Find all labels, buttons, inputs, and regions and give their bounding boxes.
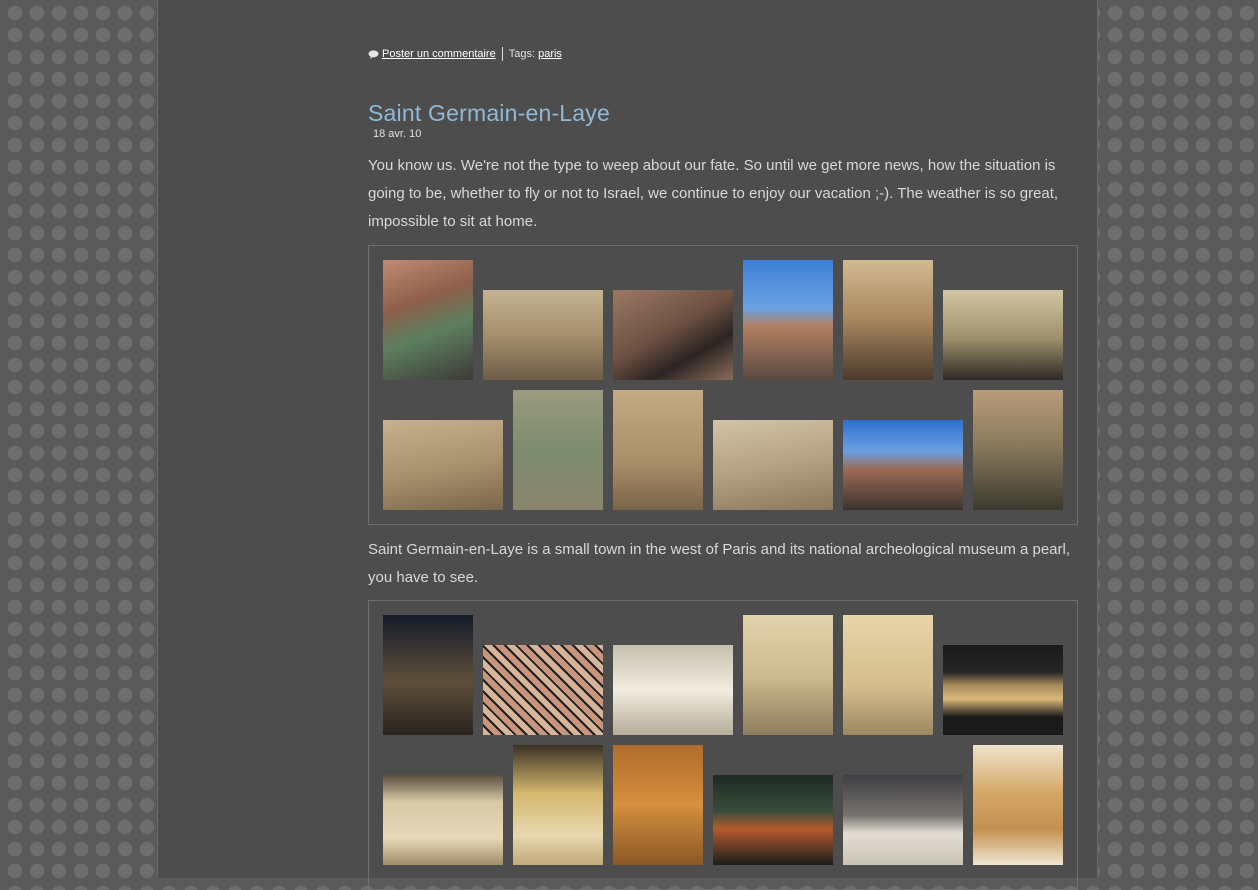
castle-courtyard-photo[interactable] xyxy=(743,260,833,380)
gothic-windows-photo[interactable] xyxy=(843,260,933,380)
display-case-photo[interactable] xyxy=(843,775,963,865)
garden-model-photo[interactable] xyxy=(513,390,603,510)
carved-stone-photo[interactable] xyxy=(713,420,833,510)
paleolithic-sign-photo[interactable] xyxy=(943,645,1063,735)
red-inscription-photo[interactable] xyxy=(613,390,703,510)
label-list-photo[interactable] xyxy=(383,775,503,865)
chapel-windows-photo[interactable] xyxy=(973,390,1063,510)
stained-glass-photo[interactable] xyxy=(483,645,603,735)
church-exterior-photo[interactable] xyxy=(383,260,473,380)
post-date: 18 avr. 10 xyxy=(373,128,422,140)
meta-divider xyxy=(501,47,503,61)
page-column: Poster un commentaire Tags: paris Saint … xyxy=(157,0,1098,890)
fire-production-photo[interactable] xyxy=(513,745,603,865)
flint-tools-photo[interactable] xyxy=(743,615,833,735)
post-intro-paragraph: You know us. We're not the type to weep … xyxy=(368,157,1059,230)
stone-inscription-photo[interactable] xyxy=(383,420,503,510)
tags-label: Tags: xyxy=(508,48,536,60)
antler-exhibit-photo[interactable] xyxy=(383,615,473,735)
photo-gallery-2 xyxy=(368,600,1078,890)
post-comment-link[interactable]: Poster un commentaire xyxy=(382,48,496,60)
domestication-panel-photo[interactable] xyxy=(613,745,703,865)
museum-facade-photo[interactable] xyxy=(613,290,733,380)
courtyard-arcades-photo[interactable] xyxy=(843,420,963,510)
photo-gallery-1 xyxy=(368,245,1078,525)
post-title[interactable]: Saint Germain-en-Laye xyxy=(368,100,610,127)
visit-start-sign-photo[interactable] xyxy=(613,645,733,735)
rose-window-photo[interactable] xyxy=(483,290,603,380)
chapel-interior-photo[interactable] xyxy=(943,290,1063,380)
stone-tools-photo[interactable] xyxy=(843,615,933,735)
tag-link[interactable]: paris xyxy=(538,48,562,60)
comment-bubble-icon xyxy=(368,49,379,59)
bronze-age-photo[interactable] xyxy=(713,775,833,865)
post-second-paragraph: Saint Germain-en-Laye is a small town in… xyxy=(368,541,1071,586)
arrowheads-photo[interactable] xyxy=(973,745,1063,865)
post-meta: Poster un commentaire Tags: paris xyxy=(368,47,562,61)
